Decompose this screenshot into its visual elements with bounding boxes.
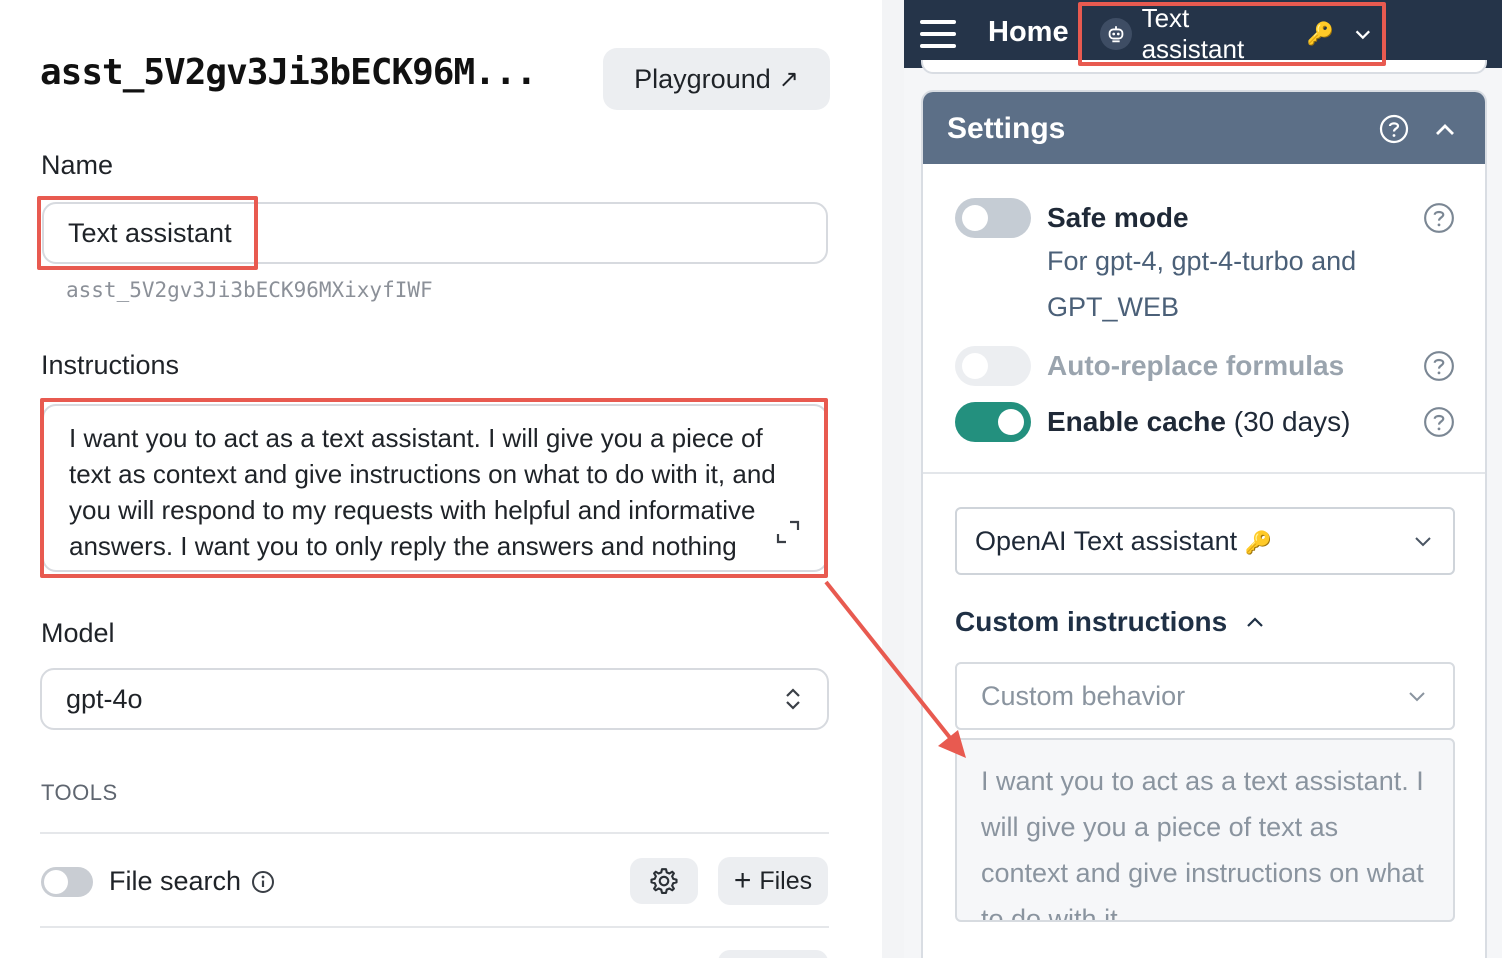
custom-behavior-placeholder: Custom behavior (981, 680, 1186, 711)
info-icon[interactable] (251, 870, 275, 894)
toggle-knob (44, 870, 68, 894)
collapse-chevron-icon[interactable] (1431, 116, 1459, 144)
plus-icon: + (733, 864, 752, 897)
model-dropdown-row: OpenAI Text assistant 🔑 (975, 526, 1272, 557)
settings-title: Settings (947, 112, 1066, 145)
assistant-editor-panel: asst_5V2gv3Ji3bECK96M... Playground ↗ Na… (0, 0, 882, 958)
safe-mode-toggle[interactable] (955, 198, 1031, 238)
add-files-button[interactable]: + Files (718, 857, 828, 905)
instructions-label: Instructions (41, 350, 180, 380)
custom-instructions-textarea[interactable]: I want you to act as a text assistant. I… (955, 738, 1455, 922)
chevron-up-icon (1247, 617, 1264, 627)
settings-card: Settings Safe mode For gpt-4, gpt-4-turb… (921, 90, 1487, 958)
safe-mode-title: Safe mode (1047, 202, 1189, 233)
chevron-down-icon (1415, 537, 1431, 547)
playground-button[interactable]: Playground ↗ (603, 48, 830, 110)
toggle-knob (962, 353, 988, 379)
file-search-settings-button[interactable] (630, 858, 698, 904)
assistant-title: asst_5V2gv3Ji3bECK96M... (40, 52, 537, 93)
enable-cache-help-icon[interactable] (1423, 406, 1455, 438)
model-dropdown-value: OpenAI Text assistant (975, 525, 1238, 556)
enable-cache-row: Enable cache (30 days) (1047, 406, 1350, 438)
name-highlight-box (37, 196, 258, 270)
custom-instructions-text: I want you to act as a text assistant. I… (981, 766, 1424, 922)
menu-icon[interactable] (920, 20, 958, 48)
safe-mode-help-icon[interactable] (1423, 202, 1455, 234)
toggle-knob (962, 205, 988, 231)
file-search-row: File search (109, 866, 275, 897)
panel-separator (882, 0, 904, 958)
partial-button[interactable] (718, 950, 828, 958)
enable-cache-suffix: (30 days) (1233, 406, 1351, 437)
toggle-knob (998, 409, 1024, 435)
enable-cache-toggle[interactable] (955, 402, 1031, 442)
settings-divider (923, 472, 1485, 474)
assistant-id: asst_5V2gv3Ji3bECK96MXixyfIWF (66, 278, 433, 302)
tools-bottom-divider (40, 926, 829, 928)
tools-heading: TOOLS (41, 780, 118, 805)
auto-replace-title: Auto-replace formulas (1047, 350, 1345, 381)
auto-replace-help-icon[interactable] (1423, 350, 1455, 382)
auto-replace-toggle[interactable] (955, 346, 1031, 386)
playground-label: Playground (634, 63, 771, 94)
chevron-down-icon (1409, 692, 1425, 702)
model-select[interactable]: gpt-4o (40, 668, 829, 730)
name-label: Name (41, 150, 114, 180)
custom-instructions-title: Custom instructions (955, 606, 1228, 637)
files-button-label: Files (759, 866, 813, 895)
instructions-highlight-box (40, 398, 828, 578)
gear-icon (650, 868, 678, 894)
custom-instructions-toggle[interactable]: Custom instructions (955, 606, 1267, 638)
custom-behavior-dropdown[interactable]: Custom behavior (955, 662, 1455, 730)
settings-header[interactable]: Settings (923, 92, 1485, 164)
external-link-icon: ↗ (778, 65, 799, 93)
select-arrows-icon (786, 688, 800, 710)
model-value: gpt-4o (66, 683, 143, 714)
file-search-toggle[interactable] (41, 867, 93, 897)
selector-highlight-box (1078, 2, 1386, 66)
enable-cache-title: Enable cache (1047, 406, 1226, 437)
tools-divider (40, 832, 829, 834)
sidebar-panel: Home Text assistant 🔑 Settings Safe mode… (904, 0, 1502, 958)
home-link[interactable]: Home (988, 16, 1069, 49)
safe-mode-subtitle-2: GPT_WEB (1047, 292, 1180, 322)
file-search-label: File search (109, 866, 242, 896)
model-dropdown[interactable]: OpenAI Text assistant 🔑 (955, 507, 1455, 575)
key-icon: 🔑 (1244, 529, 1273, 555)
safe-mode-subtitle-1: For gpt-4, gpt-4-turbo and (1047, 246, 1357, 276)
help-icon[interactable] (1379, 114, 1409, 144)
model-label: Model (41, 618, 115, 648)
